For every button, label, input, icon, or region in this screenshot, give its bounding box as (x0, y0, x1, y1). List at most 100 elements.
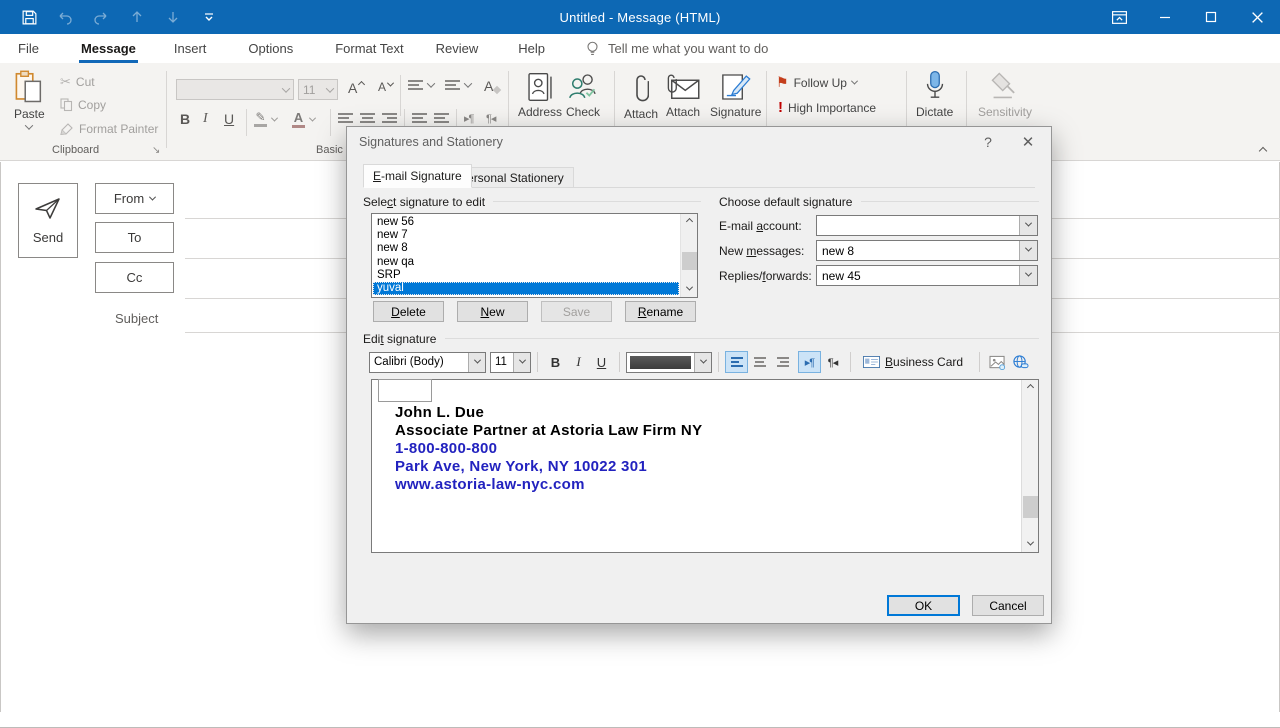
copy-button[interactable]: Copy (60, 98, 106, 112)
clipboard-dialog-launcher-icon[interactable]: ↘ (152, 145, 160, 156)
maximize-button[interactable] (1188, 0, 1234, 34)
signature-button[interactable]: Signature (710, 72, 761, 119)
highlight-button[interactable]: ✎ (254, 111, 279, 127)
combo-arrow-icon[interactable] (1019, 241, 1037, 260)
delete-button[interactable]: Delete (373, 301, 444, 322)
bullets-button[interactable] (408, 79, 436, 90)
scroll-thumb[interactable] (682, 252, 697, 270)
new-button[interactable]: New (457, 301, 528, 322)
attach-file-button[interactable]: Attach (624, 72, 658, 121)
to-button[interactable]: To (95, 222, 174, 253)
tab-options[interactable]: Options (236, 35, 305, 62)
sig-align-right-button[interactable] (771, 351, 794, 373)
send-button[interactable]: Send (18, 183, 78, 258)
font-name-combo[interactable] (176, 79, 294, 100)
combo-arrow-icon[interactable] (1019, 266, 1037, 285)
scroll-up-icon[interactable] (681, 214, 697, 229)
bold-button[interactable]: B (180, 111, 190, 127)
dictate-button[interactable]: Dictate (916, 70, 953, 119)
sig-font-combo[interactable]: Calibri (Body) (369, 351, 486, 373)
signature-edit-area[interactable]: John L. Due Associate Partner at Astoria… (371, 379, 1039, 553)
move-down-icon[interactable] (162, 6, 184, 28)
rtl-direction-button[interactable]: ¶◂ (486, 112, 496, 125)
dialog-help-button[interactable]: ? (967, 127, 1009, 157)
ltr-direction-button[interactable]: ▸¶ (464, 112, 474, 125)
list-item[interactable]: new 56 (373, 216, 679, 229)
edit-scrollbar[interactable] (1021, 380, 1038, 552)
check-names-button[interactable]: Check (566, 72, 600, 119)
align-right-button[interactable] (382, 113, 397, 123)
scroll-up-icon[interactable] (1022, 380, 1039, 395)
sig-rtl-button[interactable]: ¶◂ (821, 351, 844, 373)
from-button[interactable]: From (95, 183, 174, 214)
redo-icon[interactable] (90, 6, 112, 28)
collapse-ribbon-icon[interactable] (1258, 146, 1268, 156)
scroll-thumb[interactable] (1023, 496, 1038, 518)
clear-formatting-button[interactable]: A (484, 78, 502, 95)
replies-forwards-combo[interactable]: new 45 (816, 265, 1038, 286)
list-item[interactable]: SRP (373, 269, 679, 282)
list-item-selected[interactable]: yuval (373, 281, 679, 296)
tab-review[interactable]: Review (424, 35, 491, 62)
ribbon-display-options-icon[interactable] (1096, 0, 1142, 34)
combo-arrow-icon[interactable] (1019, 216, 1037, 235)
paste-button[interactable]: Paste (14, 70, 45, 130)
grow-font-button[interactable]: A (348, 80, 366, 96)
sig-align-left-button[interactable] (725, 351, 748, 373)
tab-file[interactable]: File (6, 35, 51, 62)
font-color-button[interactable]: A (292, 111, 317, 128)
cc-button[interactable]: Cc (95, 262, 174, 293)
undo-icon[interactable] (54, 6, 76, 28)
tab-format-text[interactable]: Format Text (323, 35, 415, 62)
attach-item-button[interactable]: Attach (665, 72, 701, 119)
insert-picture-button[interactable] (986, 351, 1009, 373)
sig-align-center-button[interactable] (748, 351, 771, 373)
cancel-button[interactable]: Cancel (972, 595, 1044, 616)
cut-button[interactable]: ✂ Cut (60, 74, 95, 90)
ok-button[interactable]: OK (887, 595, 960, 616)
new-messages-combo[interactable]: new 8 (816, 240, 1038, 261)
business-card-button[interactable]: Business Card (857, 351, 969, 373)
save-icon[interactable] (18, 6, 40, 28)
sig-bold-button[interactable]: B (544, 351, 567, 373)
align-center-button[interactable] (360, 113, 375, 123)
save-button[interactable]: Save (541, 301, 612, 322)
dialog-close-button[interactable]: ✕ (1007, 127, 1049, 157)
rename-button[interactable]: Rename (625, 301, 696, 322)
scroll-down-icon[interactable] (1022, 537, 1039, 552)
sensitivity-button[interactable]: Sensitivity (978, 70, 1032, 119)
follow-up-button[interactable]: ⚑ Follow Up (776, 74, 858, 91)
decrease-indent-button[interactable] (412, 113, 427, 123)
sig-italic-button[interactable]: I (567, 351, 590, 373)
scroll-down-icon[interactable] (681, 282, 697, 297)
sig-size-combo[interactable]: 11 (490, 351, 531, 373)
list-item[interactable]: new 8 (373, 242, 679, 255)
align-left-button[interactable] (338, 113, 353, 123)
numbering-button[interactable] (445, 79, 473, 90)
tab-help[interactable]: Help (506, 35, 557, 62)
close-button[interactable] (1234, 0, 1280, 34)
format-painter-button[interactable]: Format Painter (60, 122, 158, 136)
tab-insert[interactable]: Insert (162, 35, 219, 62)
sig-underline-button[interactable]: U (590, 351, 613, 373)
email-account-combo[interactable] (816, 215, 1038, 236)
high-importance-button[interactable]: ! High Importance (778, 99, 876, 116)
customize-qat-icon[interactable] (198, 6, 220, 28)
address-book-button[interactable]: Address (518, 72, 562, 119)
list-item[interactable]: new 7 (373, 229, 679, 242)
font-size-combo[interactable]: 11 (298, 79, 338, 100)
increase-indent-button[interactable] (434, 113, 449, 123)
shrink-font-button[interactable]: A (378, 79, 395, 94)
underline-button[interactable]: U (224, 111, 234, 127)
sig-ltr-button[interactable]: ▸¶ (798, 351, 821, 373)
list-item[interactable]: new qa (373, 256, 679, 269)
tab-email-signature[interactable]: E -mail Signature (363, 164, 472, 188)
tell-me-box[interactable]: Tell me what you want to do (585, 40, 768, 58)
list-scrollbar[interactable] (680, 214, 697, 297)
italic-button[interactable]: I (203, 111, 208, 127)
signature-listbox[interactable]: new 56 new 7 new 8 new qa SRP yuval (371, 213, 698, 298)
insert-hyperlink-button[interactable] (1009, 351, 1032, 373)
move-up-icon[interactable] (126, 6, 148, 28)
tab-message[interactable]: Message (69, 35, 148, 63)
minimize-button[interactable] (1142, 0, 1188, 34)
